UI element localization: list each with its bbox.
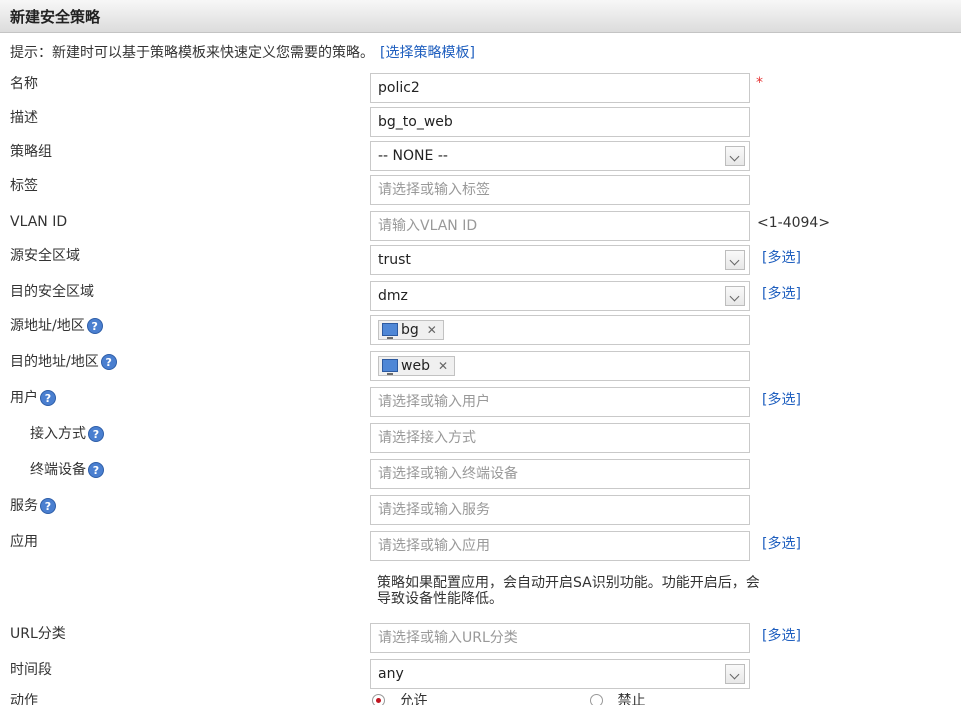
access-mode-label-text: 接入方式 [30,426,86,442]
chevron-down-icon[interactable] [725,664,745,684]
description-label: 描述 [10,110,38,126]
row-action: 动作 允许 禁止 [0,693,961,705]
row-name: 名称 polic2 * [0,73,961,103]
user-multi-link[interactable]: [多选] [762,389,801,409]
policy-group-select[interactable]: -- NONE -- [370,141,750,171]
vlan-label: VLAN ID [10,214,68,230]
time-range-label: 时间段 [10,662,52,678]
row-application: 应用 请选择或输入应用 [多选] [0,531,961,561]
time-range-value: any [378,666,404,682]
dst-addr-tag: web ✕ [378,356,456,376]
service-label: 服务? [10,495,56,517]
required-mark: * [756,75,763,91]
chevron-down-icon[interactable] [725,250,745,270]
tag-label: 标签 [10,178,38,194]
action-allow-label: 允许 [399,693,428,705]
name-label: 名称 [10,76,38,92]
description-input[interactable]: bg_to_web [370,107,750,137]
url-category-input[interactable]: 请选择或输入URL分类 [370,623,750,653]
access-mode-input[interactable]: 请选择接入方式 [370,423,750,453]
src-zone-multi-link[interactable]: [多选] [762,247,801,267]
dst-addr-label-text: 目的地址/地区 [10,354,99,370]
dialog-title: 新建安全策略 [10,8,101,26]
src-addr-label: 源地址/地区? [10,315,103,337]
help-icon[interactable]: ? [88,426,104,442]
application-label: 应用 [10,534,38,550]
row-description: 描述 bg_to_web [0,107,961,137]
radio-allow[interactable] [372,694,385,705]
row-service: 服务? 请选择或输入服务 [0,495,961,525]
vlan-range-hint: <1-4094> [757,215,831,231]
user-label-text: 用户 [10,390,38,406]
dst-zone-multi-link[interactable]: [多选] [762,283,801,303]
src-zone-value: trust [378,252,411,268]
help-icon[interactable]: ? [40,498,56,514]
row-src-zone: 源安全区域 trust [多选] [0,245,961,275]
row-time-range: 时间段 any [0,659,961,689]
chevron-down-icon[interactable] [725,286,745,306]
terminal-input[interactable]: 请选择或输入终端设备 [370,459,750,489]
service-label-text: 服务 [10,498,38,514]
vlan-input[interactable]: 请输入VLAN ID [370,211,750,241]
dst-zone-select[interactable]: dmz [370,281,750,311]
dst-addr-tag-text: web [401,358,430,374]
monitor-icon [382,323,398,339]
row-url-category: URL分类 请选择或输入URL分类 [多选] [0,623,961,653]
row-src-addr: 源地址/地区? bg ✕ [0,315,961,345]
monitor-icon [382,359,398,375]
help-icon[interactable]: ? [100,354,117,370]
policy-group-value: -- NONE -- [378,148,448,164]
dst-addr-input[interactable]: web ✕ [370,351,750,381]
hint-message: 提示：新建时可以基于策略模板来快速定义您需要的策略。 [10,45,374,61]
help-icon[interactable]: ? [86,318,103,334]
help-icon[interactable]: ? [40,390,56,406]
help-icon[interactable]: ? [88,462,104,478]
close-icon[interactable]: ✕ [427,323,437,337]
row-dst-addr: 目的地址/地区? web ✕ [0,351,961,381]
action-deny-option[interactable]: 禁止 [590,693,645,705]
src-zone-label: 源安全区域 [10,248,80,264]
user-input[interactable]: 请选择或输入用户 [370,387,750,417]
user-label: 用户? [10,387,56,409]
action-allow-option[interactable]: 允许 [372,693,427,705]
dialog-titlebar: 新建安全策略 [0,0,961,33]
row-terminal: 终端设备? 请选择或输入终端设备 [0,459,961,489]
url-category-label: URL分类 [10,626,66,642]
radio-deny[interactable] [590,694,603,705]
action-label: 动作 [10,693,38,705]
src-zone-select[interactable]: trust [370,245,750,275]
application-note: 策略如果配置应用，会自动开启SA识别功能。功能开启后，会导致设备性能降低。 [377,575,760,607]
src-addr-tag: bg ✕ [378,320,444,340]
service-input[interactable]: 请选择或输入服务 [370,495,750,525]
dst-zone-label: 目的安全区域 [10,284,94,300]
dst-addr-label: 目的地址/地区? [10,351,117,373]
time-range-select[interactable]: any [370,659,750,689]
row-tag: 标签 请选择或输入标签 [0,175,961,205]
row-vlan: VLAN ID 请输入VLAN ID <1-4094> [0,211,961,241]
hint-text: 提示：新建时可以基于策略模板来快速定义您需要的策略。 [选择策略模板] [10,42,475,62]
terminal-label: 终端设备? [30,459,104,481]
row-user: 用户? 请选择或输入用户 [多选] [0,387,961,417]
application-input[interactable]: 请选择或输入应用 [370,531,750,561]
name-input[interactable]: polic2 [370,73,750,103]
application-multi-link[interactable]: [多选] [762,533,801,553]
chevron-down-icon[interactable] [725,146,745,166]
row-dst-zone: 目的安全区域 dmz [多选] [0,281,961,311]
src-addr-input[interactable]: bg ✕ [370,315,750,345]
src-addr-label-text: 源地址/地区 [10,318,85,334]
src-addr-tag-text: bg [401,322,419,338]
action-deny-label: 禁止 [617,693,646,705]
close-icon[interactable]: ✕ [438,359,448,373]
terminal-label-text: 终端设备 [30,462,86,478]
dst-zone-value: dmz [378,288,408,304]
select-template-link[interactable]: [选择策略模板] [380,45,475,61]
row-policy-group: 策略组 -- NONE -- [0,141,961,171]
row-access-mode: 接入方式? 请选择接入方式 [0,423,961,453]
url-category-multi-link[interactable]: [多选] [762,625,801,645]
policy-group-label: 策略组 [10,144,52,160]
access-mode-label: 接入方式? [30,423,104,445]
tag-input[interactable]: 请选择或输入标签 [370,175,750,205]
